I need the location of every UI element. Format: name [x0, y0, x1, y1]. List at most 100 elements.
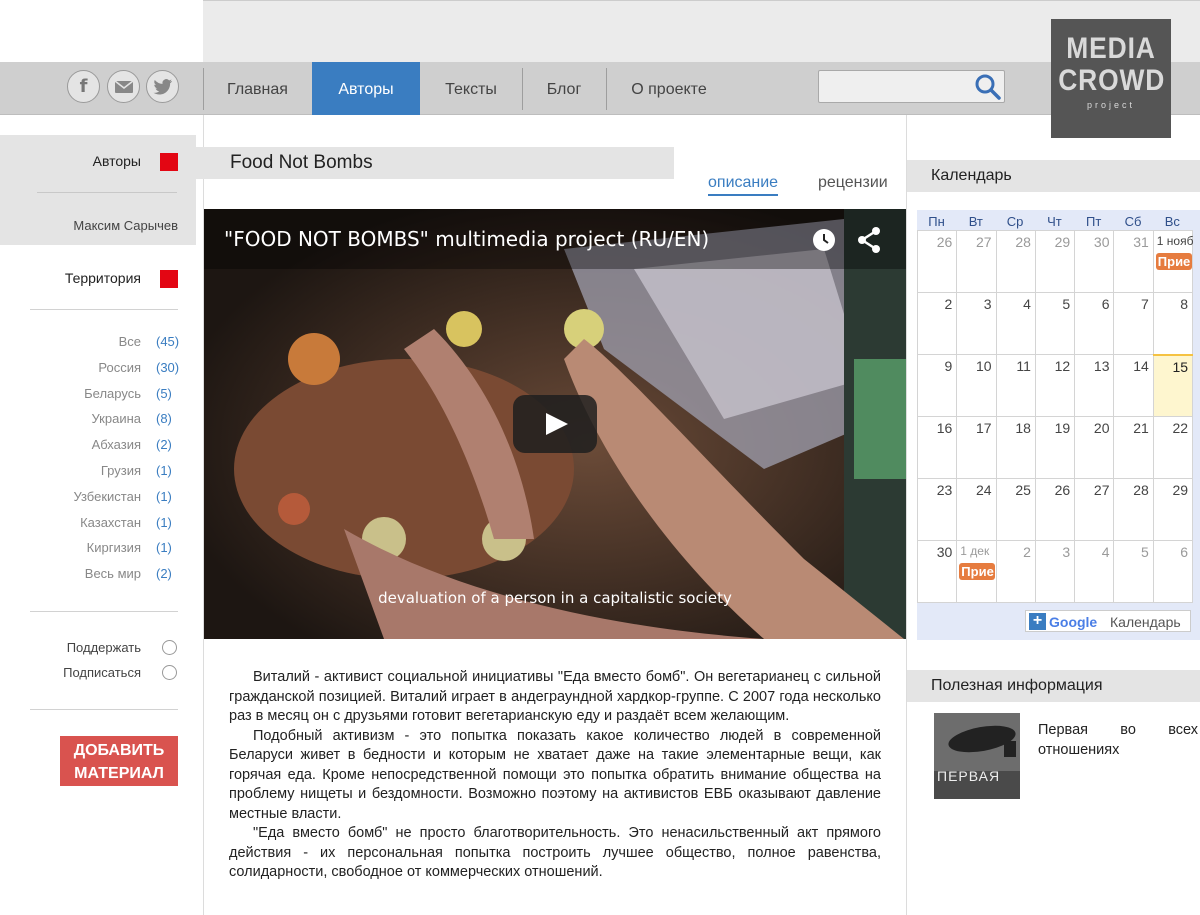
news-title[interactable]: Первая во всех отношениях — [1038, 720, 1198, 760]
calendar-day[interactable]: 20 — [1074, 416, 1115, 479]
territory-name[interactable]: Абхазия — [0, 437, 141, 452]
calendar-day[interactable]: 28 — [1113, 478, 1154, 541]
news-thumbnail[interactable]: ПЕРВАЯ — [934, 713, 1020, 799]
calendar-event[interactable]: Прие — [959, 563, 996, 580]
share-icon[interactable] — [856, 226, 882, 254]
add-button-line-2: МАТЕРИАЛ — [74, 765, 164, 782]
territory-name[interactable]: Казахстан — [0, 515, 141, 530]
add-button-line-1: ДОБАВИТЬ — [73, 742, 165, 759]
add-material-button[interactable]: ДОБАВИТЬ МАТЕРИАЛ — [60, 736, 178, 786]
subscribe-label[interactable]: Подписаться — [0, 665, 141, 680]
calendar-day[interactable]: 13 — [1074, 354, 1115, 417]
nav-home[interactable]: Главная — [204, 62, 311, 115]
google-calendar-button[interactable]: + Google Календарь — [1025, 610, 1191, 632]
calendar-day-number: 24 — [976, 482, 992, 498]
territory-name[interactable]: Весь мир — [0, 566, 141, 581]
nav-texts[interactable]: Тексты — [421, 62, 521, 115]
calendar-day[interactable]: 23 — [916, 478, 958, 541]
calendar-day[interactable]: 27 — [956, 230, 997, 293]
calendar-day[interactable]: 1 дек Прие — [956, 540, 997, 603]
calendar-day[interactable]: 18 — [995, 416, 1036, 479]
calendar-day[interactable]: 29 — [1034, 230, 1076, 293]
calendar-day[interactable]: 6 — [1074, 292, 1115, 355]
calendar-day[interactable]: 5 — [1113, 540, 1154, 603]
territory-name[interactable]: Киргизия — [0, 540, 141, 555]
nav-authors[interactable]: Авторы — [312, 62, 420, 115]
support-radio[interactable] — [162, 640, 177, 655]
calendar-day-number: 22 — [1172, 420, 1189, 436]
calendar-day[interactable]: 4 — [1074, 540, 1115, 603]
calendar-event[interactable]: Прие — [1155, 253, 1192, 270]
calendar-day[interactable]: 26 — [1034, 478, 1076, 541]
calendar-day[interactable]: 2 — [995, 540, 1036, 603]
calendar-day[interactable]: 3 — [956, 292, 997, 355]
territory-name[interactable]: Украина — [0, 411, 142, 426]
territory-count: (1) — [156, 488, 172, 504]
calendar-day-number: 25 — [1015, 482, 1031, 498]
territory-name[interactable]: Все — [0, 334, 141, 349]
nav-about[interactable]: О проекте — [607, 62, 731, 115]
twitter-icon[interactable] — [146, 70, 179, 103]
mail-icon[interactable] — [107, 70, 140, 103]
calendar-day[interactable]: 12 — [1034, 354, 1076, 417]
calendar-day[interactable]: 27 — [1074, 478, 1115, 541]
territory-name[interactable]: Грузия — [0, 463, 141, 478]
calendar-day[interactable]: 30 — [1074, 230, 1115, 293]
calendar-day[interactable]: 24 — [956, 478, 997, 541]
authors-label[interactable]: Авторы — [40, 153, 141, 169]
calendar-day[interactable]: 6 — [1152, 540, 1194, 603]
calendar-day[interactable]: 17 — [956, 416, 997, 479]
calendar-day[interactable]: 10 — [956, 354, 997, 417]
tab-reviews[interactable]: рецензии — [818, 174, 888, 192]
support-label[interactable]: Поддержать — [0, 640, 141, 655]
calendar-day[interactable]: 9 — [916, 354, 958, 417]
calendar-day-number: 9 — [944, 358, 953, 374]
territory-name[interactable]: Россия — [0, 360, 141, 375]
calendar-day-number: 4 — [1101, 544, 1110, 560]
calendar-day[interactable]: 22 — [1152, 416, 1194, 479]
territory-label[interactable]: Территория — [20, 270, 141, 286]
calendar-day[interactable]: 1 нояб Прие — [1152, 230, 1193, 293]
video-player[interactable]: "FOOD NOT BOMBS" multimedia project (RU/… — [204, 209, 906, 639]
calendar-day[interactable]: 26 — [916, 230, 958, 293]
calendar-day[interactable]: 8 — [1152, 292, 1194, 355]
calendar-day[interactable]: 21 — [1113, 416, 1154, 479]
calendar-day[interactable]: 11 — [995, 354, 1036, 417]
calendar-day[interactable]: 2 — [916, 292, 958, 355]
calendar-day[interactable]: 25 — [995, 478, 1036, 541]
author-name[interactable]: Максим Сарычев — [20, 218, 178, 233]
calendar-day-number: 15 — [1172, 358, 1189, 375]
tab-description[interactable]: описание — [708, 174, 779, 196]
calendar-day[interactable]: 30 — [916, 540, 958, 603]
weekday-label: Пт — [1086, 214, 1102, 229]
calendar-day[interactable]: 16 — [916, 416, 958, 479]
calendar-day-number: 19 — [1054, 420, 1071, 436]
watch-later-icon[interactable] — [811, 227, 837, 253]
calendar-day[interactable]: 3 — [1034, 540, 1076, 603]
territory-name[interactable]: Узбекистан — [0, 489, 141, 504]
logo-line-3: project — [1086, 100, 1135, 110]
calendar-day[interactable]: 29 — [1152, 478, 1194, 541]
nav-blog[interactable]: Блог — [523, 62, 605, 115]
search-input[interactable] — [818, 70, 1005, 103]
search-icon[interactable] — [974, 73, 1002, 101]
site-logo[interactable]: MEDIA CROWD project — [1051, 19, 1171, 138]
weekday-label: Сб — [1124, 214, 1142, 229]
calendar-day[interactable]: 28 — [995, 230, 1036, 293]
calendar-day[interactable]: 5 — [1034, 292, 1076, 355]
subscribe-radio[interactable] — [162, 665, 177, 680]
facebook-icon[interactable]: f — [67, 70, 100, 103]
calendar-day-number: 8 — [1180, 296, 1189, 312]
calendar-day[interactable]: 15 — [1152, 353, 1194, 417]
calendar-day-number: 31 — [1133, 234, 1149, 250]
video-title[interactable]: "FOOD NOT BOMBS" multimedia project (RU/… — [224, 227, 709, 251]
calendar-day[interactable]: 14 — [1113, 354, 1154, 417]
calendar-day[interactable]: 19 — [1034, 416, 1076, 479]
calendar-day[interactable]: 7 — [1113, 292, 1154, 355]
calendar-day[interactable]: 4 — [995, 292, 1036, 355]
calendar-day-number: 23 — [936, 482, 953, 498]
territory-name[interactable]: Беларусь — [0, 386, 141, 401]
calendar-day[interactable]: 31 — [1113, 230, 1154, 293]
play-button[interactable] — [513, 395, 597, 453]
logo-line-1: MEDIA — [1066, 32, 1156, 65]
